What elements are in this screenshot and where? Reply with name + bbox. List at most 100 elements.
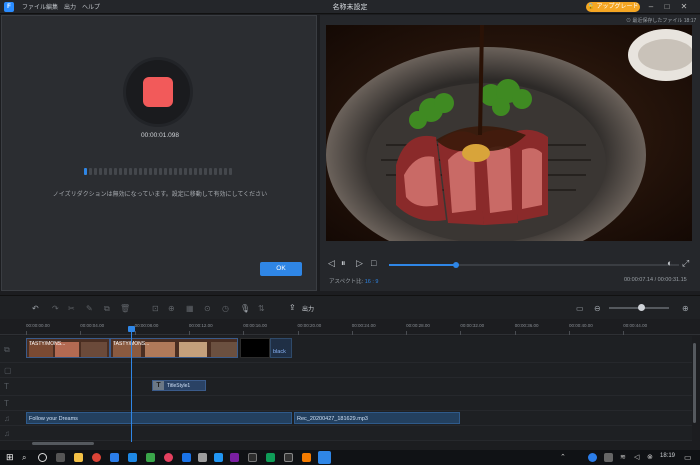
music-track-icon: ♫	[4, 414, 10, 423]
edit-icon[interactable]: ✎	[86, 304, 93, 313]
ruler-tick	[569, 331, 570, 335]
app-icon[interactable]	[266, 453, 275, 462]
delete-icon[interactable]: 🗑	[120, 304, 130, 313]
vertical-scrollbar[interactable]	[693, 343, 696, 423]
text-clip[interactable]: T TitleStyle1	[152, 380, 206, 391]
edge-icon[interactable]	[110, 453, 119, 462]
microphone-icon[interactable]: 🎙	[240, 304, 250, 313]
meter-segment	[189, 168, 192, 175]
playback-controls: ◁ ⏸ ▷ □ ◐ ⤢	[326, 258, 692, 272]
voice-recorder-panel: 00:00:01.098 ノイズリダクションは無効になっています。設定に移動して…	[1, 15, 317, 291]
text-clip-label: TitleStyle1	[167, 383, 191, 389]
volume-icon[interactable]: ◐	[667, 258, 672, 268]
stop-icon[interactable]: □	[371, 258, 376, 268]
wifi-icon[interactable]: ≋	[620, 453, 629, 462]
black-clip[interactable]	[240, 338, 270, 358]
app-icon[interactable]	[128, 453, 137, 462]
upgrade-button[interactable]: 🔒 アップグレード	[586, 2, 640, 12]
cortana-icon[interactable]	[38, 453, 47, 462]
bluetooth-icon[interactable]	[588, 453, 597, 462]
zoom-handle[interactable]	[638, 304, 645, 311]
ruler-tick	[406, 331, 408, 335]
app-icon[interactable]	[248, 453, 257, 462]
file-explorer-icon[interactable]	[74, 453, 83, 462]
undo-icon[interactable]: ↶	[32, 304, 39, 313]
app-icon[interactable]	[164, 453, 173, 462]
ruler-time-label: 00:00:08.00	[134, 323, 159, 328]
app-icon[interactable]	[198, 453, 207, 462]
ruler-tick	[460, 331, 462, 335]
ok-button[interactable]: OK	[260, 262, 302, 276]
close-circle-icon[interactable]: ⊗	[647, 453, 656, 462]
zoom-in-icon[interactable]: ⊕	[682, 304, 689, 313]
video-clip[interactable]: TASTY/MONS...	[110, 338, 238, 358]
freeze-icon[interactable]: ⊙	[204, 304, 211, 313]
meter-segment	[184, 168, 187, 175]
copy-icon[interactable]: ⧉	[104, 304, 110, 314]
seek-bar[interactable]	[389, 262, 679, 268]
export-icon[interactable]: ⇪	[289, 303, 296, 312]
ruler-time-label: 00:00:28.00	[406, 323, 430, 328]
cut-icon[interactable]: ✂	[68, 304, 75, 313]
video-preview	[326, 25, 692, 241]
app-icon[interactable]	[302, 453, 311, 462]
export-button[interactable]: 出力	[302, 304, 314, 313]
meter-segment	[129, 168, 132, 175]
video-clip[interactable]: TASTY/MONS...	[26, 338, 110, 358]
stop-recording-button[interactable]	[143, 77, 173, 107]
horizontal-scrollbar[interactable]	[32, 442, 94, 445]
app-icon[interactable]	[284, 453, 293, 462]
recording-clip-label: Rec_20200427_181629.mp3	[297, 416, 368, 422]
fit-timeline-icon[interactable]: ▭	[576, 304, 584, 313]
play-icon[interactable]: ▷	[356, 258, 363, 269]
tray-icon[interactable]	[604, 453, 613, 462]
crop-icon[interactable]: ⊡	[152, 304, 159, 313]
ruler-time-label: 00:00:12.00	[188, 323, 213, 328]
meter-segment	[149, 168, 152, 175]
meter-segment	[209, 168, 212, 175]
line-icon[interactable]	[146, 453, 155, 462]
minimize-icon[interactable]: –	[645, 1, 657, 13]
close-icon[interactable]: ✕	[678, 1, 690, 13]
seek-progress	[389, 264, 456, 266]
ruler-tick	[188, 331, 190, 335]
start-icon[interactable]: ⊞	[6, 453, 15, 462]
audio-track-icon: ♫	[4, 429, 10, 438]
clock[interactable]: 18:19	[660, 453, 675, 459]
volume-tray-icon[interactable]: ◁	[634, 453, 643, 462]
search-icon[interactable]: ⌕	[22, 453, 31, 462]
music-clip[interactable]: Follow your Dreams	[26, 412, 292, 424]
redo-icon[interactable]: ↷	[52, 304, 59, 313]
playhead[interactable]	[131, 329, 132, 442]
black-clip-label: black	[273, 349, 286, 355]
active-app-icon[interactable]	[318, 451, 331, 464]
speed-icon[interactable]: ⊕	[168, 304, 175, 313]
app-icon[interactable]	[214, 453, 223, 462]
chrome-icon[interactable]	[92, 453, 101, 462]
aspect-ratio[interactable]: アスペクト比: 16 : 9	[329, 277, 378, 285]
meter-segment	[89, 168, 92, 175]
black-clip-tail[interactable]: black	[270, 338, 292, 358]
tray-overflow-icon[interactable]: ⌃	[560, 453, 569, 462]
task-view-icon[interactable]	[56, 453, 65, 462]
aspect-ratio-value[interactable]: 16 : 9	[365, 279, 379, 285]
play-pause-icon[interactable]: ⏸	[341, 258, 346, 269]
split-audio-icon[interactable]: ⇅	[258, 304, 265, 313]
app-icon[interactable]	[230, 453, 239, 462]
recording-clip[interactable]: Rec_20200427_181629.mp3	[294, 412, 460, 424]
meter-segment	[164, 168, 167, 175]
notification-icon[interactable]: ▭	[684, 453, 693, 462]
mail-icon[interactable]	[182, 453, 191, 462]
ruler-time-label: 00:00:24.00	[351, 323, 376, 328]
zoom-out-icon[interactable]: ⊖	[594, 304, 601, 313]
text-track: T T TitleStyle1	[0, 378, 692, 396]
mosaic-icon[interactable]: ▦	[186, 304, 194, 313]
maximize-icon[interactable]: □	[661, 1, 673, 13]
previous-frame-icon[interactable]: ◁	[328, 258, 335, 269]
ruler-time-label: 00:00:04.00	[80, 323, 105, 328]
seek-handle[interactable]	[452, 262, 459, 268]
duration-icon[interactable]: ◷	[222, 304, 229, 313]
record-button-ring	[126, 60, 190, 124]
fullscreen-icon[interactable]: ⤢	[682, 258, 689, 269]
timeline-ruler[interactable]: 00:00:00.00 00:00:04.00 00:00:08.00 00:00:1…	[0, 319, 700, 335]
